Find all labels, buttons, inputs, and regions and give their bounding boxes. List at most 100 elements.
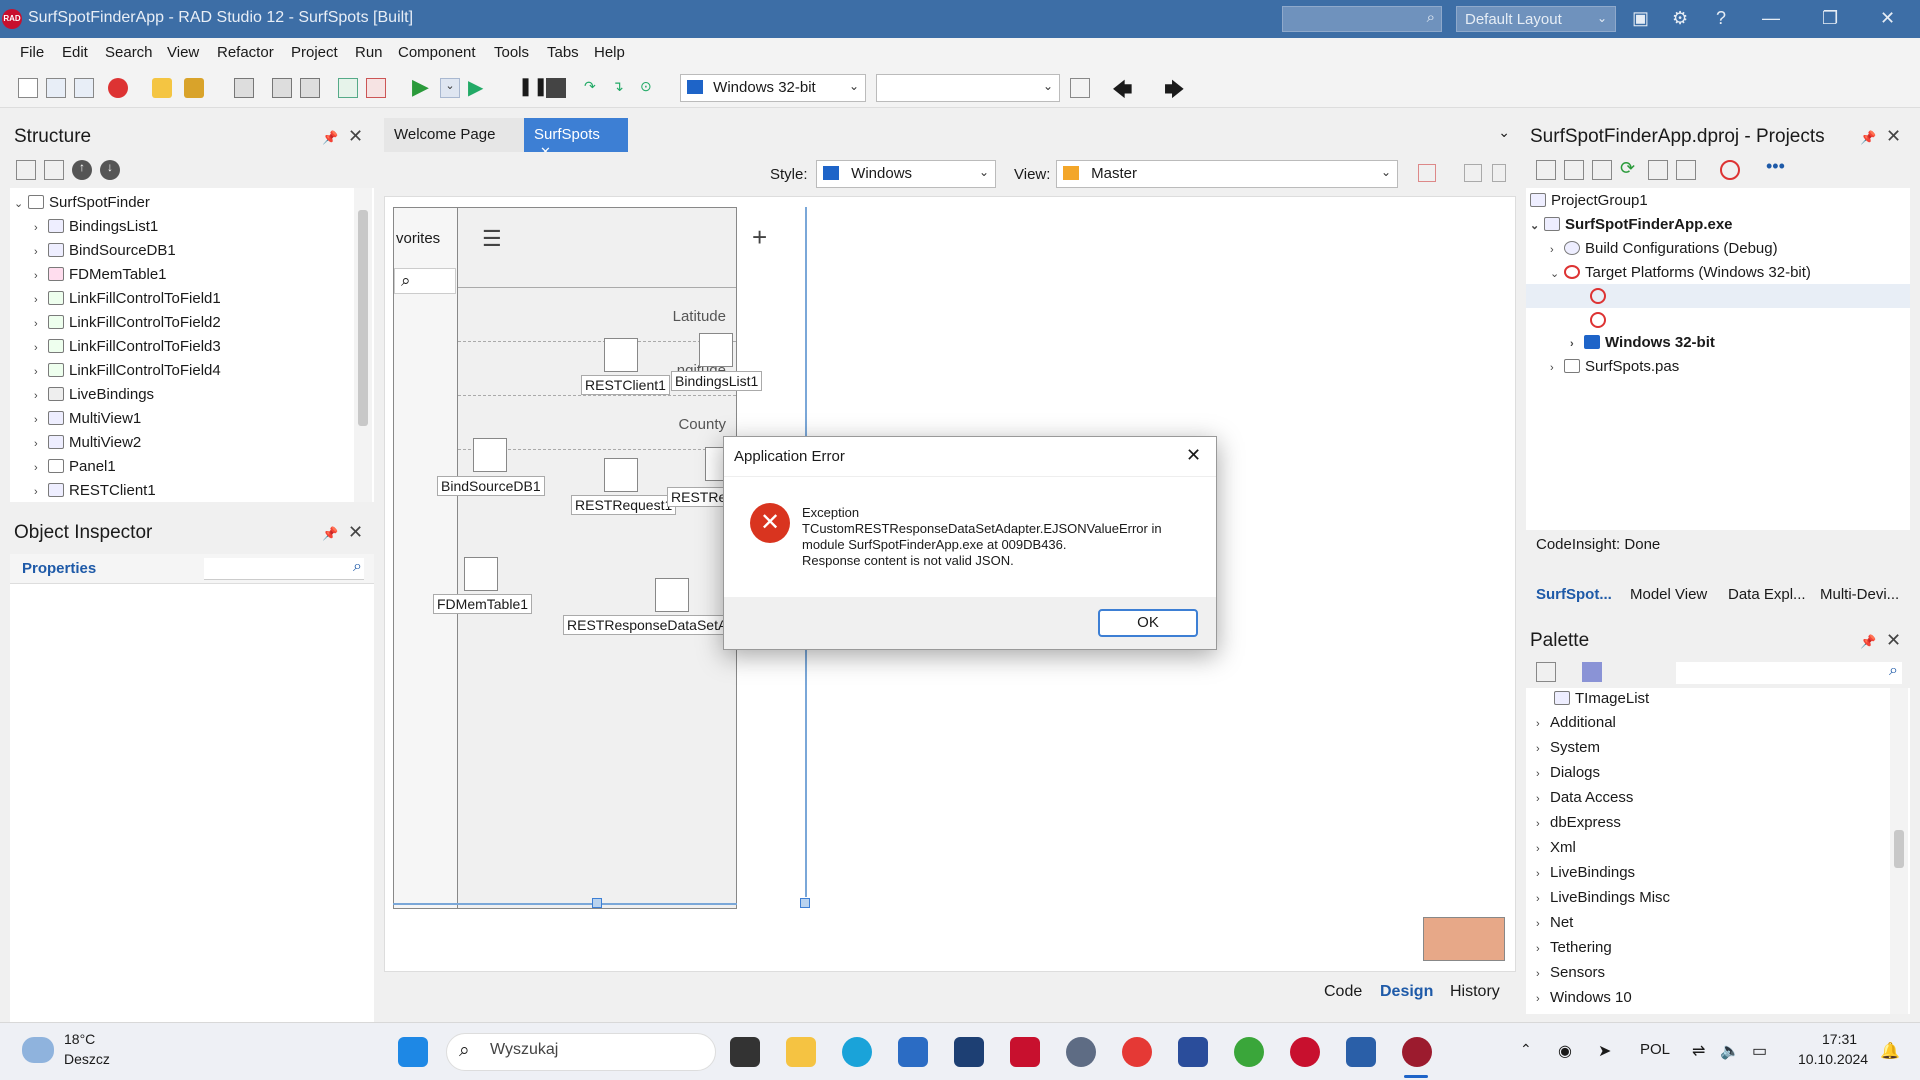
remove-icon[interactable] xyxy=(1592,160,1612,180)
resize-handle[interactable] xyxy=(592,898,602,908)
tree-item[interactable]: › FDMemTable1 xyxy=(34,266,167,283)
style-select[interactable]: Windows ⌄ xyxy=(816,160,996,188)
tree-build-config[interactable]: › Build Configurations (Debug) xyxy=(1550,240,1778,257)
palette-category[interactable]: › Data Access xyxy=(1536,789,1633,806)
remove-file-icon[interactable] xyxy=(366,78,386,98)
tab-multi-device[interactable]: Multi-Devi... xyxy=(1820,586,1899,603)
rest-request-component-icon[interactable] xyxy=(604,458,638,492)
tab-code[interactable]: Code xyxy=(1324,983,1362,1001)
favorites-search[interactable]: ⌕ xyxy=(394,268,456,294)
palette-options-icon[interactable] xyxy=(1536,662,1556,682)
help-icon[interactable]: ? xyxy=(1716,8,1726,29)
palette-category[interactable]: › Dialogs xyxy=(1536,764,1600,781)
weather-icon[interactable] xyxy=(22,1037,54,1063)
pin-icon[interactable]: 📌 xyxy=(322,130,338,146)
remove-view-icon[interactable] xyxy=(1418,164,1436,182)
tree-root[interactable]: ⌄ SurfSpotFinder xyxy=(14,194,150,211)
layout-select[interactable]: Default Layout ⌄ xyxy=(1456,6,1616,32)
rest-response-component-icon[interactable] xyxy=(705,447,725,481)
security-icon[interactable]: ◉ xyxy=(1558,1041,1572,1061)
close-icon[interactable]: ✕ xyxy=(1886,126,1901,147)
menu-tools[interactable]: Tools xyxy=(494,44,529,61)
delete-item-icon[interactable] xyxy=(44,160,64,180)
copy-icon[interactable] xyxy=(300,78,320,98)
platform-icon[interactable] xyxy=(1590,312,1606,328)
open-folder-icon[interactable] xyxy=(184,78,204,98)
run-to-cursor-icon[interactable]: ⊙ xyxy=(640,78,660,98)
palette-category[interactable]: › LiveBindings Misc xyxy=(1536,889,1670,906)
new-items-icon[interactable] xyxy=(18,78,38,98)
tab-surfspot[interactable]: SurfSpot... xyxy=(1536,586,1612,603)
pin-icon[interactable]: 📌 xyxy=(1860,130,1876,146)
file-explorer-icon[interactable] xyxy=(786,1037,816,1067)
more-icon[interactable]: ••• xyxy=(1766,156,1786,176)
config-select[interactable]: ⌄ xyxy=(876,74,1060,102)
device-icon[interactable] xyxy=(1492,164,1506,182)
tree-item[interactable]: › LiveBindings xyxy=(34,386,154,403)
tab-welcome-page[interactable]: Welcome Page xyxy=(384,118,524,152)
tree-item[interactable]: › LinkFillControlToField2 xyxy=(34,314,221,331)
tab-history[interactable]: History xyxy=(1450,983,1500,1001)
rest-client-component-icon[interactable] xyxy=(604,338,638,372)
menu-tabs[interactable]: Tabs xyxy=(547,44,579,61)
open-project-icon[interactable] xyxy=(46,78,66,98)
pin-icon[interactable]: 📌 xyxy=(322,526,338,542)
tab-model-view[interactable]: Model View xyxy=(1630,586,1707,603)
rad-studio-icon[interactable] xyxy=(1290,1037,1320,1067)
palette-category[interactable]: › Net xyxy=(1536,914,1573,931)
tree-selected-row[interactable] xyxy=(1526,284,1910,308)
activate-icon[interactable] xyxy=(1536,160,1556,180)
close-icon[interactable]: ✕ xyxy=(1186,445,1201,466)
palette-scrollbar[interactable] xyxy=(1890,688,1908,1014)
close-icon[interactable]: ✕ xyxy=(348,126,363,147)
tree-item[interactable]: › LinkFillControlToField3 xyxy=(34,338,221,355)
menu-view[interactable]: View xyxy=(167,44,199,61)
palette-category[interactable]: › Tethering xyxy=(1536,939,1612,956)
forward-icon[interactable]: 🡆 xyxy=(1164,75,1185,101)
menu-run[interactable]: Run xyxy=(355,44,383,61)
tree-item[interactable]: › MultiView1 xyxy=(34,410,141,427)
tree-group[interactable]: ProjectGroup1 xyxy=(1530,192,1648,209)
structure-scrollbar[interactable] xyxy=(354,188,372,502)
palette-category[interactable]: › Xml xyxy=(1536,839,1576,856)
step-over-icon[interactable]: ↷ xyxy=(584,78,604,98)
tree-item[interactable]: › BindingsList1 xyxy=(34,218,158,235)
tree-item[interactable]: › MultiView2 xyxy=(34,434,141,451)
start-icon[interactable] xyxy=(398,1037,428,1067)
delphi-icon[interactable] xyxy=(1346,1037,1376,1067)
trace-into-icon[interactable]: ↴ xyxy=(612,78,632,98)
gear-icon[interactable]: ⚙ xyxy=(1672,8,1688,29)
selection-arrow-icon[interactable] xyxy=(1582,662,1602,682)
pin-icon[interactable]: 📌 xyxy=(1860,634,1876,650)
network-icon[interactable]: ⇌ xyxy=(1692,1041,1705,1061)
palette-category[interactable]: › Additional xyxy=(1536,714,1616,731)
battery-icon[interactable]: ▭ xyxy=(1752,1041,1767,1061)
palette-category[interactable]: › Sensors xyxy=(1536,964,1605,981)
new-item-icon[interactable] xyxy=(16,160,36,180)
scrollbar-thumb[interactable] xyxy=(1894,830,1904,868)
menu-search[interactable]: Search xyxy=(105,44,153,61)
tab-design[interactable]: Design xyxy=(1380,983,1433,1001)
menu-project[interactable]: Project xyxy=(291,44,338,61)
close-icon[interactable]: ✕ xyxy=(1880,8,1895,29)
refresh-icon[interactable]: ⟳ xyxy=(1620,158,1640,178)
ide-search-input[interactable]: ⌕ xyxy=(1282,6,1442,32)
resize-handle[interactable] xyxy=(800,898,810,908)
delphi-active-icon[interactable] xyxy=(1402,1037,1432,1067)
settings-icon[interactable] xyxy=(1066,1037,1096,1067)
taskbar-search[interactable]: ⌕ xyxy=(446,1033,716,1071)
language-indicator[interactable]: POL xyxy=(1640,1041,1670,1058)
virtualbox-icon[interactable] xyxy=(954,1037,984,1067)
globe-app-icon[interactable] xyxy=(1234,1037,1264,1067)
tree-exe[interactable]: ⌄ SurfSpotFinderApp.exe xyxy=(1530,216,1733,233)
minimize-icon[interactable]: — xyxy=(1762,8,1780,29)
menu-component[interactable]: Component xyxy=(398,44,476,61)
tree-windows32[interactable]: › Windows 32-bit xyxy=(1570,334,1715,351)
hamburger-icon[interactable]: ☰ xyxy=(482,226,502,252)
save-icon[interactable] xyxy=(234,78,254,98)
new-icon[interactable] xyxy=(1564,160,1584,180)
deploy-icon[interactable] xyxy=(1070,78,1090,98)
palette-category[interactable]: › LiveBindings xyxy=(1536,864,1635,881)
tree-item[interactable]: › RESTClient1 xyxy=(34,482,156,500)
tree-target-platforms[interactable]: ⌄ Target Platforms (Windows 32-bit) xyxy=(1550,264,1811,281)
